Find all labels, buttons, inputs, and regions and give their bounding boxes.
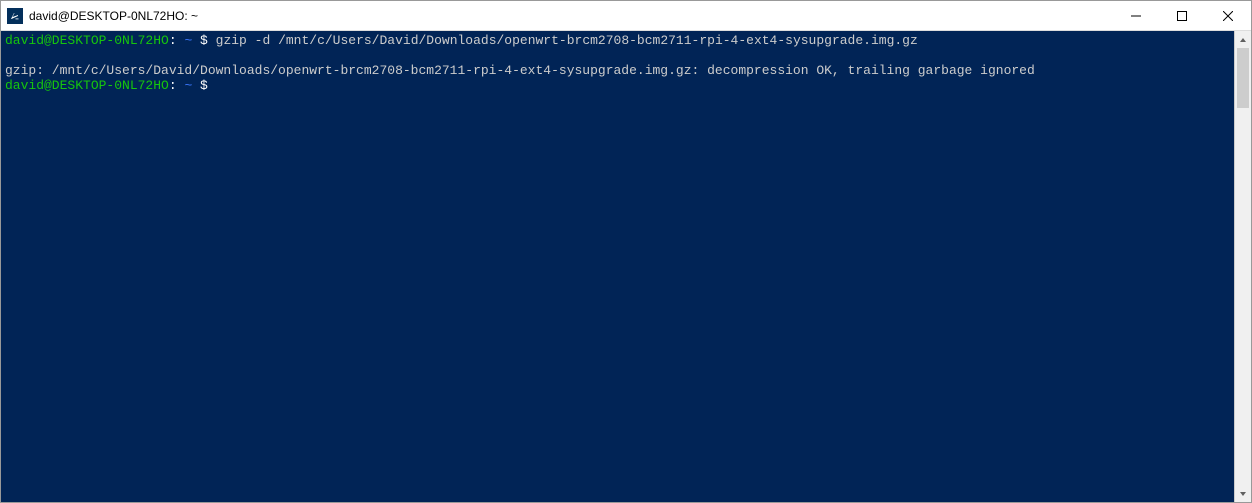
output-text: gzip: /mnt/c/Users/David/Downloads/openw… bbox=[5, 63, 1035, 78]
scroll-thumb[interactable] bbox=[1237, 48, 1249, 108]
terminal-container: david@DESKTOP-0NL72HO: ~ $ gzip -d /mnt/… bbox=[1, 31, 1251, 502]
window-controls bbox=[1113, 1, 1251, 30]
command-text: gzip -d /mnt/c/Users/David/Downloads/ope… bbox=[216, 33, 918, 48]
terminal-blank-line bbox=[5, 48, 1230, 63]
prompt-separator: : bbox=[169, 33, 185, 48]
prompt-user: david@DESKTOP-0NL72HO bbox=[5, 78, 169, 93]
app-icon bbox=[7, 8, 23, 24]
vertical-scrollbar[interactable] bbox=[1234, 31, 1251, 502]
window-title: david@DESKTOP-0NL72HO: ~ bbox=[29, 9, 198, 23]
terminal-prompt-line: david@DESKTOP-0NL72HO: ~ $ gzip -d /mnt/… bbox=[5, 33, 1230, 48]
terminal-prompt-line: david@DESKTOP-0NL72HO: ~ $ bbox=[5, 78, 1230, 93]
maximize-button[interactable] bbox=[1159, 1, 1205, 30]
prompt-user: david@DESKTOP-0NL72HO bbox=[5, 33, 169, 48]
scroll-up-button[interactable] bbox=[1235, 31, 1251, 48]
prompt-separator: : bbox=[169, 78, 185, 93]
close-button[interactable] bbox=[1205, 1, 1251, 30]
minimize-button[interactable] bbox=[1113, 1, 1159, 30]
terminal-area[interactable]: david@DESKTOP-0NL72HO: ~ $ gzip -d /mnt/… bbox=[1, 31, 1234, 502]
terminal-output-line: gzip: /mnt/c/Users/David/Downloads/openw… bbox=[5, 63, 1230, 78]
title-bar: david@DESKTOP-0NL72HO: ~ bbox=[1, 1, 1251, 31]
prompt-dollar: $ bbox=[192, 33, 215, 48]
scroll-down-button[interactable] bbox=[1235, 485, 1251, 502]
prompt-dollar: $ bbox=[192, 78, 215, 93]
